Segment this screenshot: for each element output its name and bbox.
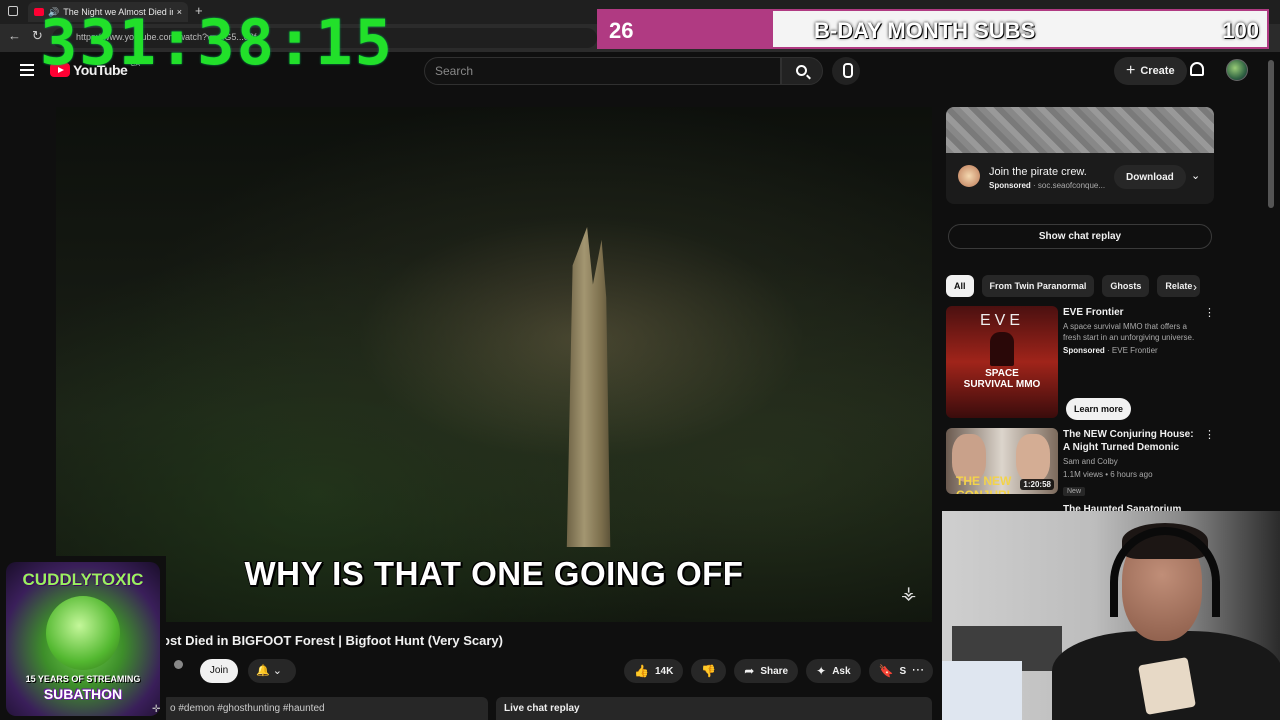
recommendation-meta: The NEW Conjuring House: A Night Turned …: [1063, 428, 1198, 498]
join-button[interactable]: Join: [200, 659, 238, 683]
description-box[interactable]: o #demon #ghosthunting #haunted: [162, 697, 488, 720]
bookmark-icon: 🔖: [878, 664, 894, 678]
ask-label: Ask: [832, 665, 851, 677]
sub-count: 26: [609, 18, 634, 43]
subathon-brand: CUDDLYTOXIC: [22, 570, 144, 589]
more-icon[interactable]: ⋮: [1204, 428, 1215, 441]
ad-sponsored-label: Sponsored: [989, 181, 1031, 190]
chip-all[interactable]: All: [946, 275, 974, 297]
recommendation-title[interactable]: EVE Frontier: [1063, 306, 1198, 319]
ad-domain: soc.seaofconque...: [1037, 181, 1106, 190]
thumb-survival-text: SPACE SURVIVAL MMO: [963, 368, 1041, 390]
video-thumbnail[interactable]: EVE SPACE SURVIVAL MMO: [946, 306, 1058, 418]
thumb-eve-text: EVE: [979, 312, 1024, 329]
share-icon: ➦: [744, 664, 755, 678]
menu-icon[interactable]: [20, 64, 34, 76]
recommendation-item[interactable]: THE NEW CONJURI 1:20:58 The NEW Conjurin…: [946, 428, 1216, 498]
sub-goal-target: 100: [1222, 18, 1259, 43]
search-button[interactable]: [781, 57, 823, 85]
ad-banner: [946, 107, 1214, 153]
notifications-icon[interactable]: [1190, 62, 1204, 76]
video-actions: 👍 14K 👎 ➦ Share ✦ Ask 🔖 Save: [624, 659, 933, 683]
chevron-right-icon[interactable]: ›: [1193, 280, 1197, 294]
chip-ghosts[interactable]: Ghosts: [1102, 275, 1150, 297]
ask-button[interactable]: ✦ Ask: [806, 659, 861, 683]
ad-meta: Sponsored · soc.seaofconque...: [989, 181, 1106, 190]
sponsored-ad[interactable]: Join the pirate crew. Sponsored · soc.se…: [946, 107, 1214, 204]
video-thumbnail[interactable]: THE NEW CONJURI 1:20:58: [946, 428, 1058, 494]
video-player[interactable]: WHY IS THAT ONE GOING OFF ⚶: [56, 107, 932, 622]
recommendation-desc: A space survival MMO that offers a fresh…: [1063, 322, 1195, 342]
more-actions-icon[interactable]: ⋯: [906, 659, 930, 683]
plus-icon: +: [1126, 62, 1136, 79]
sub-goal-label: B-DAY MONTH SUBS: [814, 18, 1036, 43]
plus-icon: ✛: [152, 704, 161, 715]
search-icon: [796, 65, 807, 76]
share-label: Share: [760, 665, 789, 677]
page-scrollbar[interactable]: [1268, 60, 1274, 208]
learn-more-button[interactable]: Learn more: [1066, 398, 1132, 420]
recommendation-stats: 1.1M views • 6 hours ago: [1063, 470, 1153, 479]
create-label: Create: [1140, 65, 1175, 77]
ad-logo: [958, 165, 980, 187]
show-chat-replay-button[interactable]: Show chat replay: [948, 224, 1212, 249]
mascot-icon: [46, 596, 120, 670]
back-icon[interactable]: ←: [8, 28, 21, 43]
video-duration: 1:20:58: [1020, 479, 1054, 490]
ad-text: Join the pirate crew.: [989, 166, 1087, 178]
sub-goal-bar: 26 B-DAY MONTH SUBS 100: [597, 9, 1269, 49]
webcam-feed: [942, 511, 1280, 720]
chip-from-twin-paranormal[interactable]: From Twin Paranormal: [981, 275, 1095, 297]
recommendation-sponsor: Sponsored · EVE Frontier: [1063, 346, 1158, 355]
video-caption: WHY IS THAT ONE GOING OFF: [244, 555, 744, 592]
subathon-logo: CUDDLYTOXIC 15 YEARS OF STREAMING SUBATH…: [0, 556, 166, 720]
tree-stump: [566, 227, 611, 547]
webcam-food: [1138, 657, 1196, 715]
channel-watermark-icon[interactable]: ⚶: [901, 583, 916, 604]
webcam-object: [942, 661, 1022, 720]
share-button[interactable]: ➦ Share: [734, 659, 799, 683]
window-menu-icon[interactable]: [8, 6, 18, 16]
thumbs-up-icon: 👍: [634, 664, 649, 678]
dislike-button[interactable]: 👎: [691, 659, 727, 683]
live-chat-replay-header[interactable]: Live chat replay: [496, 697, 932, 720]
thumbs-down-icon: 👎: [701, 664, 717, 678]
new-badge: New: [1063, 487, 1086, 496]
verified-icon: [174, 660, 183, 669]
chevron-down-icon: ⌄: [272, 665, 282, 677]
recommendation-title[interactable]: The NEW Conjuring House: A Night Turned …: [1063, 428, 1198, 454]
subathon-subtitle: 15 YEARS OF STREAMING: [25, 674, 141, 684]
sparkle-icon: ✦: [816, 664, 827, 678]
bell-icon: 🔔: [256, 665, 270, 677]
subathon-badge: CUDDLYTOXIC 15 YEARS OF STREAMING SUBATH…: [6, 562, 160, 716]
download-button[interactable]: Download: [1114, 165, 1186, 189]
filter-chips: All From Twin Paranormal Ghosts Relate: [946, 275, 1201, 297]
video-title: ost Died in BIGFOOT Forest | Bigfoot Hun…: [162, 633, 503, 648]
subscription-bell-button[interactable]: 🔔 ⌄: [248, 659, 296, 683]
thumb-figure: [990, 332, 1014, 366]
voice-search-icon[interactable]: [832, 57, 860, 85]
chevron-down-icon[interactable]: ⌄: [1191, 169, 1200, 182]
subathon-timer: 331:38:15: [40, 6, 394, 79]
like-count: 14K: [654, 665, 674, 677]
more-icon[interactable]: ⋮: [1204, 306, 1215, 319]
recommendation-meta: EVE Frontier A space survival MMO that o…: [1063, 306, 1198, 356]
avatar[interactable]: [1226, 59, 1248, 81]
recommendation-channel[interactable]: Sam and Colby: [1063, 456, 1198, 467]
subathon-title: SUBATHON: [43, 686, 123, 702]
like-button[interactable]: 👍 14K: [624, 659, 684, 683]
create-button[interactable]: + Create: [1114, 57, 1187, 85]
search-input[interactable]: Search: [424, 57, 781, 85]
